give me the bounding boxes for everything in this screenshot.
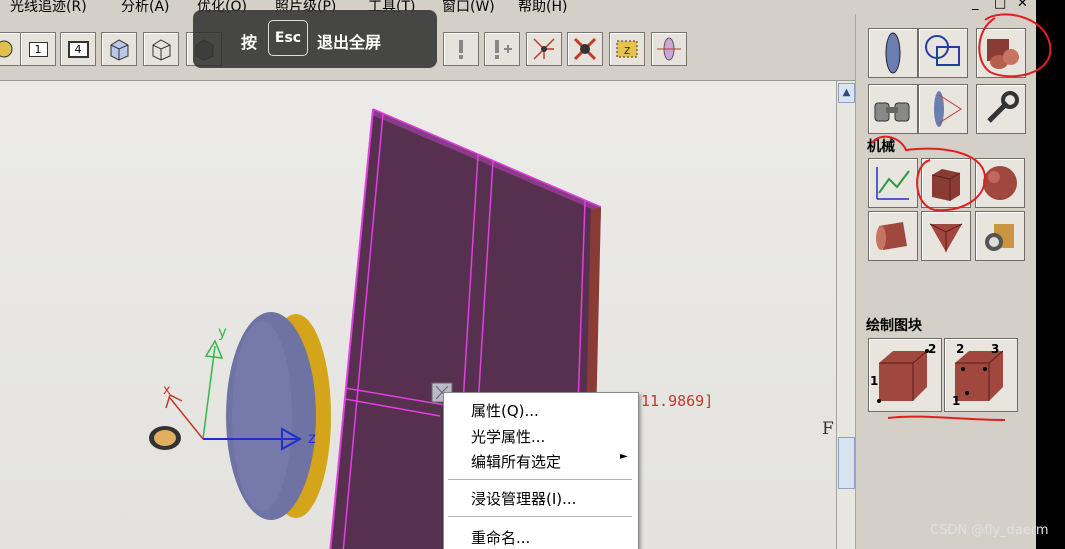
- lens-icon: [0, 40, 13, 58]
- exclamation-plus-icon: [495, 40, 512, 59]
- close-button[interactable]: ✕: [1017, 0, 1028, 11]
- block1-corner-label-2: 2: [928, 342, 936, 356]
- exclamation-plus-button[interactable]: [484, 32, 520, 66]
- menu-item-edit-all-selected[interactable]: 编辑所有选定: [471, 451, 561, 472]
- exclamation-icon: [459, 40, 463, 59]
- edge-letter: F: [822, 419, 834, 439]
- z-plane-button[interactable]: z: [609, 32, 645, 66]
- cylinder-icon: [876, 222, 907, 250]
- panel-sphere-button[interactable]: [975, 158, 1025, 208]
- menu-item-manager[interactable]: 浸设管理器(I)...: [471, 488, 576, 509]
- ray-trace-icon: [533, 38, 555, 60]
- lens-rays-icon: [934, 91, 962, 127]
- single-view-button[interactable]: 1: [20, 32, 56, 66]
- panel-camera-button[interactable]: [975, 211, 1025, 261]
- lens-tool-button[interactable]: [0, 32, 22, 66]
- restore-button[interactable]: □: [994, 0, 1006, 11]
- scroll-up-arrow-icon[interactable]: ▲: [838, 83, 855, 103]
- menu-item-rename[interactable]: 重命名...: [471, 527, 530, 548]
- screen-border: [1036, 0, 1065, 549]
- draw-block-three-point-button[interactable]: 2 3 1: [944, 338, 1018, 412]
- mechanical-parts-icon: [987, 39, 1019, 69]
- scroll-thumb[interactable]: [838, 437, 855, 489]
- menu-item-optical-properties[interactable]: 光学属性...: [471, 426, 545, 447]
- draw-block-section-label: 绘制图块: [866, 318, 922, 334]
- z-plane-icon: z: [616, 40, 638, 58]
- fullscreen-hint-suffix: 退出全屏: [317, 33, 382, 52]
- camera-icon: [985, 224, 1014, 251]
- panel-binocular-button[interactable]: [868, 84, 918, 134]
- lens-ray-icon: [657, 37, 681, 61]
- svg-text:z: z: [624, 43, 630, 57]
- binoculars-icon: [874, 102, 910, 122]
- sphere-icon: [983, 166, 1017, 200]
- wire-cube-button[interactable]: [143, 32, 179, 66]
- menu-bar: 光线追迹(R) 分析(A) 优化(O) 照片级(P) 工具(T) 窗口(W) 帮…: [0, 0, 1036, 15]
- right-tool-panel: 机械 绘制图块 21 231: [863, 14, 1036, 549]
- exclamation-button[interactable]: [443, 32, 479, 66]
- block1-corner-label-1: 1: [870, 374, 878, 388]
- four-view-button[interactable]: 4: [60, 32, 96, 66]
- shaded-cube-button[interactable]: [101, 32, 137, 66]
- shapes-icon: [925, 35, 960, 66]
- clear-rays-icon: [573, 37, 597, 61]
- block2-corner-label-2: 2: [956, 342, 964, 356]
- 3d-viewport[interactable]: y z x F: [0, 81, 836, 549]
- axis-label-x: x: [163, 383, 171, 398]
- block2-corner-label-3: 3: [991, 342, 999, 356]
- watermark: CSDN @fly_daerm: [930, 523, 1049, 538]
- four-view-label: 4: [67, 40, 89, 58]
- panel-ray-lens-button[interactable]: [918, 84, 968, 134]
- panel-wedge-button[interactable]: [921, 211, 971, 261]
- fullscreen-hint-prefix: 按: [241, 33, 258, 52]
- esc-key-badge: Esc: [268, 20, 308, 56]
- fullscreen-hint: 按 Esc 退出全屏: [193, 10, 437, 68]
- panel-shapes-button[interactable]: [918, 28, 968, 78]
- draw-block-corner-button[interactable]: 21: [868, 338, 942, 412]
- polyline-icon: [876, 167, 910, 200]
- vertical-scrollbar[interactable]: ▲: [836, 81, 855, 549]
- lens-object[interactable]: [226, 312, 331, 520]
- panel-mechanical-button[interactable]: [976, 28, 1026, 78]
- wedge-icon: [929, 223, 963, 252]
- block2-corner-label-1: 1: [952, 394, 960, 408]
- trace-rays-button[interactable]: [526, 32, 562, 66]
- wireframe-cube-icon: [152, 39, 171, 61]
- clear-rays-button[interactable]: [567, 32, 603, 66]
- axis-label-y: y: [218, 323, 227, 341]
- context-menu: 属性(Q)... 光学属性... 编辑所有选定 ► 浸设管理器(I)... 重命…: [443, 392, 639, 549]
- app-window: 光线追迹(R) 分析(A) 优化(O) 照片级(P) 工具(T) 窗口(W) 帮…: [0, 0, 1036, 549]
- panel-cylinder-button[interactable]: [868, 211, 918, 261]
- lens-element-icon: [885, 32, 901, 74]
- axis-label-z: z: [308, 429, 316, 447]
- coordinate-readout: 11.9869]: [641, 392, 714, 410]
- block-icon: [931, 169, 961, 201]
- minimize-button[interactable]: _: [972, 0, 979, 11]
- menu-separator: [448, 479, 632, 480]
- panel-block-button[interactable]: [921, 158, 971, 208]
- submenu-arrow-icon: ►: [620, 451, 628, 462]
- mechanical-section-label: 机械: [867, 139, 895, 155]
- lens-view-button[interactable]: [651, 32, 687, 66]
- menu-item-properties[interactable]: 属性(Q)...: [471, 400, 539, 421]
- shaded-cube-icon: [110, 39, 129, 61]
- block-three-points-icon: 2 3 1: [952, 342, 1004, 408]
- single-view-label: 1: [28, 41, 48, 57]
- panel-polyline-button[interactable]: [868, 158, 918, 208]
- panel-lens-button[interactable]: [868, 28, 918, 78]
- scene-canvas: y z x F: [149, 108, 834, 549]
- wrench-icon: [987, 91, 1019, 123]
- panel-wrench-button[interactable]: [976, 84, 1026, 134]
- block-two-corners-icon: 21: [870, 342, 936, 403]
- menu-separator: [448, 516, 632, 517]
